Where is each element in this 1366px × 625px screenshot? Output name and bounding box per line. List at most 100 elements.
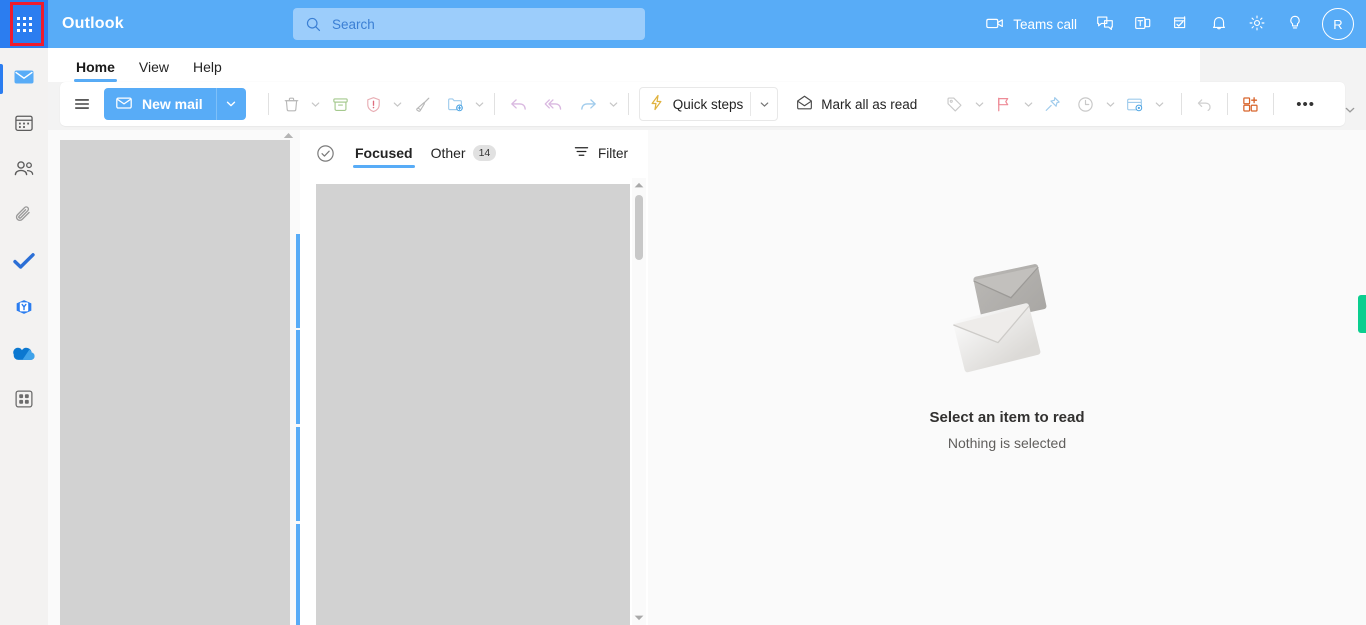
ribbon-collapse-button[interactable] — [1340, 100, 1360, 120]
flag-dropdown[interactable] — [1020, 88, 1036, 120]
rail-item-onedrive[interactable] — [0, 332, 48, 378]
rules-dropdown[interactable] — [1151, 88, 1167, 120]
notifications-button[interactable] — [1200, 4, 1238, 44]
rail-item-calendar[interactable] — [0, 102, 48, 148]
mark-all-as-read-button[interactable]: Mark all as read — [788, 88, 924, 120]
rail-item-to-do[interactable] — [0, 240, 48, 286]
new-mail-envelope-icon — [115, 94, 133, 115]
hamburger-menu-button[interactable] — [66, 88, 98, 120]
flag-button[interactable] — [987, 88, 1020, 120]
snooze-clock-icon — [1078, 96, 1094, 112]
settings-button[interactable] — [1238, 4, 1276, 44]
move-to-folder-icon — [447, 97, 463, 111]
app-launcher-button[interactable] — [0, 0, 48, 48]
folder-list-redacted[interactable] — [60, 140, 290, 625]
folder-scroll-up-button[interactable] — [282, 132, 294, 142]
undo-button[interactable] — [1188, 88, 1221, 120]
unread-bar — [296, 330, 300, 424]
circle-check-icon — [316, 144, 334, 162]
message-list-scrollbar[interactable] — [632, 178, 646, 625]
flag-icon — [998, 97, 1009, 111]
categorize-dropdown[interactable] — [971, 88, 987, 120]
tab-focused[interactable]: Focused — [346, 145, 422, 168]
archive-button[interactable] — [324, 88, 357, 120]
quick-steps-button[interactable]: Quick steps — [640, 88, 751, 120]
delete-icon — [284, 97, 299, 111]
meet-now-button[interactable] — [1162, 4, 1200, 44]
rules-button[interactable] — [1118, 88, 1151, 120]
delete-dropdown[interactable] — [308, 88, 324, 120]
filter-button[interactable]: Filter — [565, 138, 636, 168]
move-to-dropdown[interactable] — [472, 88, 488, 120]
add-ins-button[interactable] — [1234, 88, 1267, 120]
chevron-down-icon — [609, 101, 618, 107]
tips-button[interactable] — [1276, 4, 1314, 44]
undo-icon — [1198, 98, 1211, 111]
new-mail-dropdown-button[interactable] — [215, 88, 246, 120]
sweep-button[interactable] — [406, 88, 439, 120]
tab-other[interactable]: Other 14 — [422, 145, 506, 168]
archive-icon — [332, 97, 348, 111]
snooze-dropdown[interactable] — [1102, 88, 1118, 120]
rail-item-files[interactable] — [0, 194, 48, 240]
report-dropdown[interactable] — [390, 88, 406, 120]
chevron-down-icon — [634, 615, 644, 621]
mark-all-as-read-label: Mark all as read — [821, 96, 918, 112]
toolbar-divider-2 — [493, 93, 495, 115]
report-button[interactable] — [357, 88, 390, 120]
tab-focused-label: Focused — [355, 145, 413, 161]
quick-steps-label: Quick steps — [672, 96, 744, 112]
app-launcher-icon — [16, 16, 32, 32]
forward-dropdown[interactable] — [606, 88, 622, 120]
teams-call-button[interactable]: Teams call — [976, 4, 1086, 44]
reply-all-button[interactable] — [536, 88, 571, 120]
rail-item-viva-engage[interactable] — [0, 286, 48, 332]
message-items-redacted[interactable] — [316, 184, 630, 625]
teams-app-button[interactable] — [1124, 4, 1162, 44]
chevron-up-icon — [634, 182, 644, 188]
chevron-down-icon — [227, 101, 236, 107]
rail-item-people[interactable] — [0, 148, 48, 194]
reply-all-icon — [544, 98, 561, 110]
more-options-button[interactable]: ••• — [1280, 88, 1331, 120]
forward-icon — [580, 98, 596, 110]
reply-button[interactable] — [501, 88, 536, 120]
filter-icon — [573, 143, 590, 163]
forward-button[interactable] — [571, 88, 606, 120]
pin-button[interactable] — [1036, 88, 1069, 120]
chat-button[interactable] — [1086, 4, 1124, 44]
tab-home[interactable]: Home — [64, 59, 127, 82]
search-box[interactable]: Search — [293, 8, 645, 40]
empty-state-illustration — [932, 260, 1082, 385]
scrollbar-thumb[interactable] — [635, 195, 643, 260]
sweep-broom-icon — [415, 97, 430, 112]
feedback-tab[interactable] — [1358, 295, 1366, 333]
select-all-button[interactable] — [312, 140, 338, 166]
scroll-down-button[interactable] — [632, 611, 646, 625]
ribbon-toolbar: New mail Quick steps Mark all as read ••… — [60, 82, 1345, 126]
chevron-down-icon — [760, 101, 769, 107]
rail-item-mail[interactable] — [0, 56, 48, 102]
tab-view[interactable]: View — [127, 59, 181, 82]
new-mail-button[interactable]: New mail — [104, 88, 216, 120]
avatar[interactable]: R — [1322, 8, 1354, 40]
app-header: Outlook Search Teams call R — [0, 0, 1366, 48]
delete-button[interactable] — [275, 88, 308, 120]
apps-grid-icon — [13, 388, 35, 415]
more-ellipsis-icon: ••• — [1296, 95, 1316, 113]
add-ins-icon — [1243, 96, 1258, 112]
tab-help[interactable]: Help — [181, 59, 234, 82]
meet-now-icon — [1171, 13, 1191, 36]
unread-bar — [296, 427, 300, 521]
tag-icon — [947, 96, 962, 112]
scroll-up-button[interactable] — [632, 178, 646, 192]
quick-steps-dropdown[interactable] — [751, 88, 777, 120]
chevron-down-icon — [311, 101, 320, 107]
move-to-button[interactable] — [439, 88, 472, 120]
chevron-down-icon — [975, 101, 984, 107]
rail-item-more-apps[interactable] — [0, 378, 48, 424]
quick-steps-lightning-icon — [647, 93, 666, 115]
snooze-button[interactable] — [1069, 88, 1102, 120]
categorize-button[interactable] — [938, 88, 971, 120]
attachment-icon — [13, 204, 35, 231]
